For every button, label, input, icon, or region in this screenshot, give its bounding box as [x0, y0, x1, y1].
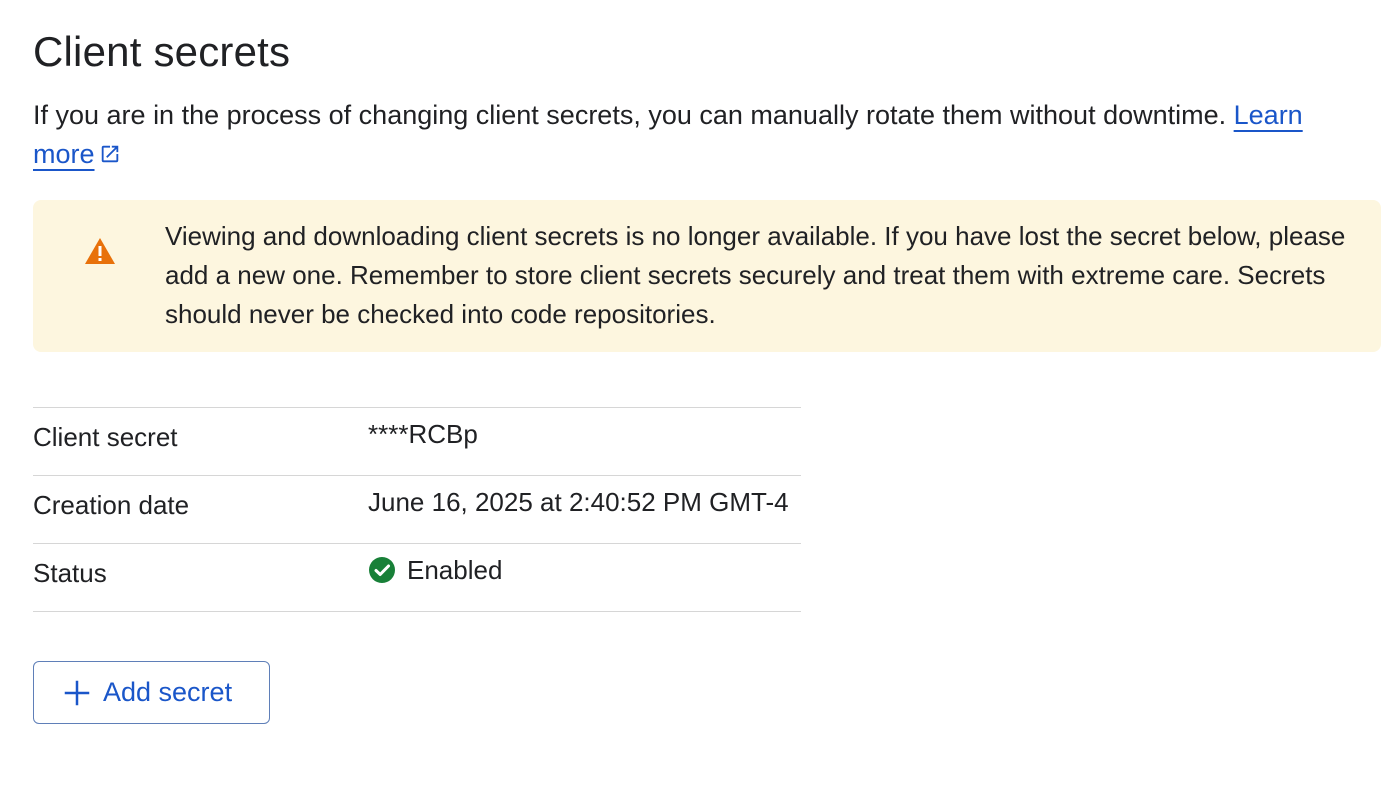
page-title: Client secrets	[33, 28, 291, 75]
creation-date-label: Creation date	[33, 490, 190, 520]
add-secret-button[interactable]: Add secret	[33, 661, 270, 724]
warning-icon	[85, 238, 115, 264]
plus-icon	[64, 680, 90, 705]
add-secret-label: Add secret	[103, 677, 233, 707]
status-value: Enabled	[368, 544, 801, 611]
intro-text: If you are in the process of changing cl…	[33, 96, 1363, 174]
status-label: Status	[33, 558, 107, 588]
creation-date-value: June 16, 2025 at 2:40:52 PM GMT-4	[368, 487, 789, 517]
status-text: Enabled	[407, 555, 503, 585]
client-secret-label: Client secret	[33, 422, 178, 452]
client-secret-row: Client secret ****RCBp	[33, 408, 801, 476]
creation-date-row: Creation date June 16, 2025 at 2:40:52 P…	[33, 476, 801, 544]
client-secrets-panel: Client secrets If you are in the process…	[0, 0, 1400, 787]
external-link-icon[interactable]	[99, 143, 121, 165]
intro-description: If you are in the process of changing cl…	[33, 100, 1234, 130]
warning-banner: Viewing and downloading client secrets i…	[33, 200, 1381, 352]
status-row: Status Enabled	[33, 544, 801, 612]
secret-details-table: Client secret ****RCBp Creation date Jun…	[33, 407, 801, 612]
warning-message: Viewing and downloading client secrets i…	[165, 221, 1346, 329]
client-secret-value: ****RCBp	[368, 419, 478, 449]
check-circle-icon	[369, 557, 395, 583]
